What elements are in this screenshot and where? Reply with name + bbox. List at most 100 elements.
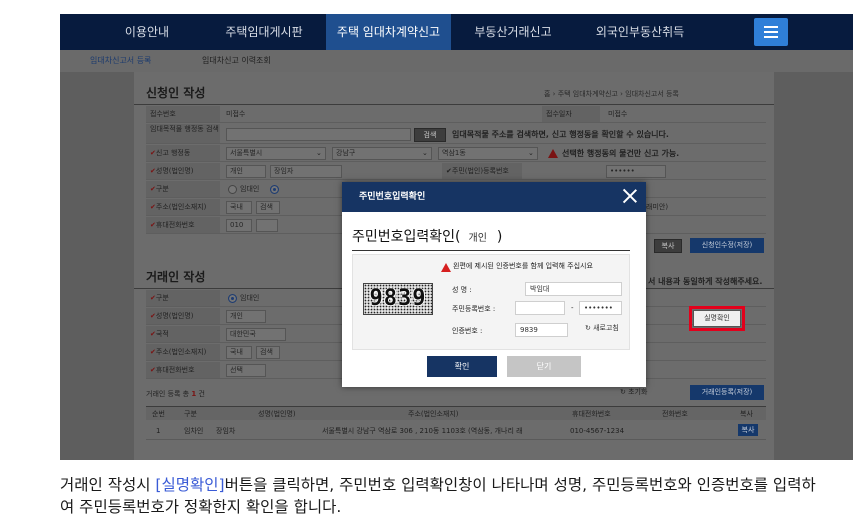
rrn-dash: -	[571, 304, 574, 312]
close-icon[interactable]	[620, 186, 640, 206]
td-type: 임차인	[184, 427, 204, 435]
row-search: 임대목적물 행정동 검색 검색 임대목적물 주소를 검색하면, 신고 행정동을 …	[146, 124, 766, 144]
office-gu-select[interactable]: 강남구	[332, 147, 432, 160]
cp-name-label: ✔성명(법인명)	[146, 308, 220, 324]
radio-cp-landlord-label: 임대인	[240, 294, 260, 302]
td-address: 서울특별시 강남구 역삼로 306 , 210동 1103호 (역삼동, 개나리…	[322, 427, 523, 435]
modal-name-label: 성 명 :	[452, 286, 472, 294]
chevron-down-icon: ⌄	[528, 149, 534, 157]
hamburger-menu-icon[interactable]	[754, 18, 788, 46]
nav-item-board[interactable]: 주택임대게시판	[202, 14, 326, 50]
warning-icon	[548, 149, 558, 158]
screenshot-area: 이용안내 주택임대게시판 주택 임대차계약신고 부동산거래신고 외국인부동산취득…	[60, 14, 853, 460]
receipt-no-label: 접수번호	[146, 106, 220, 122]
radio-landlord[interactable]	[228, 185, 237, 194]
subnav-history[interactable]: 임대차신고 이력조회	[202, 50, 271, 72]
address-label: ✔주소(법인소재지)	[146, 199, 220, 215]
td-name: 장임차	[216, 427, 236, 435]
phone-prefix-select[interactable]: 010	[226, 219, 252, 232]
receipt-date-value: 미접수	[608, 110, 628, 118]
address-search-button[interactable]: 검색	[256, 201, 280, 214]
th-mobile: 휴대전화번호	[572, 410, 611, 418]
modal-form-panel: 9839 왼편에 제시된 인증번호를 함께 입력해 주십시요 성 명 : 박임대…	[352, 254, 630, 350]
modal-name-input[interactable]: 박임대	[525, 282, 622, 296]
copy-button[interactable]: 복사	[654, 239, 682, 253]
refresh-icon: ↻	[620, 388, 626, 396]
name-type-select[interactable]: 개인	[226, 165, 266, 178]
caption-highlight: [실명확인]	[155, 476, 225, 494]
nav-item-foreigner[interactable]: 외국인부동산취득	[575, 14, 705, 50]
th-seq: 순번	[152, 410, 165, 418]
cp-nation-input[interactable]: 대한민국	[226, 328, 286, 341]
cp-count: 거래인 등록 총 1 건	[146, 390, 205, 398]
counterparty-section-title: 거래인 작성	[146, 270, 206, 284]
th-name: 성명(법인명)	[258, 410, 296, 418]
cp-address-search-button[interactable]: 검색	[256, 346, 280, 359]
modal-ok-button[interactable]: 확인	[427, 356, 497, 377]
nav-item-lease-report[interactable]: 주택 임대차계약신고	[326, 14, 451, 50]
captcha-image: 9839	[363, 283, 433, 315]
search-input[interactable]	[226, 128, 411, 141]
nav-item-realestate-report[interactable]: 부동산거래신고	[451, 14, 575, 50]
cp-type-label: ✔구분	[146, 290, 220, 306]
th-type: 구분	[184, 410, 197, 418]
cp-name-type-select[interactable]: 개인	[226, 310, 266, 323]
radio-tenant[interactable]	[270, 185, 279, 194]
highlight-box	[689, 306, 745, 331]
modal-heading: 주민번호입력확인(개인)	[352, 229, 503, 245]
td-mobile: 010-4567-1234	[570, 427, 625, 435]
cp-phone-label: ✔휴대전화번호	[146, 362, 220, 378]
search-note: 임대목적물 주소를 검색하면, 신고 행정동을 확인할 수 있습니다.	[452, 130, 669, 139]
nav-item-guide[interactable]: 이용안내	[92, 14, 202, 50]
cp-nation-label: ✔국적	[146, 326, 220, 342]
applicant-save-button[interactable]: 신청인수정(저장)	[690, 238, 764, 253]
office-city-select[interactable]: 서울특별시	[226, 147, 326, 160]
table-row: 1 임차인 장임차 서울특별시 강남구 역삼로 306 , 210동 1103호…	[146, 422, 766, 440]
receipt-no-value: 미접수	[226, 110, 246, 118]
phone-mid-input[interactable]	[256, 219, 278, 232]
phone-label: ✔휴대전화번호	[146, 217, 220, 233]
section-divider	[134, 104, 774, 105]
id-label: ✔주민(법인)등록번호	[442, 163, 522, 179]
row-office: ✔신고 행정동 서울특별시 ⌄ 강남구 ⌄ 역삼1동 ⌄ 선택한 행정동의 물건…	[146, 145, 766, 162]
modal-title: 주민번호입력확인	[359, 192, 426, 202]
cp-address-domestic-select[interactable]: 국내	[226, 346, 252, 359]
type-label: ✔구분	[146, 181, 220, 197]
modal-rrn-front-input[interactable]	[515, 301, 565, 315]
id-back-input[interactable]: ••••••	[606, 165, 666, 178]
search-label: 임대목적물 행정동 검색	[146, 124, 220, 143]
row-receipt: 접수번호 미접수 접수일자 미접수	[146, 106, 766, 123]
warning-icon	[441, 263, 451, 272]
modal-auth-input[interactable]: 9839	[515, 323, 568, 337]
caption-text: 거래인 작성시 [실명확인]버튼을 클릭하면, 주민번호 입력확인창이 나타나며…	[60, 474, 820, 518]
address-domestic-select[interactable]: 국내	[226, 201, 252, 214]
applicant-section-title: 신청인 작성	[146, 86, 206, 100]
name-input[interactable]: 장임자	[270, 165, 342, 178]
receipt-date-label: 접수일자	[542, 106, 600, 122]
counterparty-note: 서 내용과 동일하게 작성해주세요.	[648, 277, 763, 286]
subnav-register[interactable]: 임대차신고서 등록	[90, 50, 151, 72]
cp-address-label: ✔주소(법인소재지)	[146, 344, 220, 360]
rrn-confirm-modal: 주민번호입력확인 주민번호입력확인(개인) 9839 왼편에 제시된 인증번호를…	[342, 182, 646, 387]
caption-part1: 거래인 작성시	[60, 476, 156, 494]
search-button[interactable]: 검색	[414, 128, 446, 142]
cp-phone-prefix-select[interactable]: 선택	[226, 364, 266, 377]
modal-close-button[interactable]: 닫기	[507, 356, 581, 377]
row-copy-button[interactable]: 복사	[738, 424, 758, 436]
modal-header: 주민번호입력확인	[342, 182, 646, 212]
office-note: 선택한 행정동의 물건만 신고 가능.	[562, 149, 680, 158]
captcha-refresh-button[interactable]: ↻ 새로고침	[585, 323, 619, 333]
modal-warning: 왼편에 제시된 인증번호를 함께 입력해 주십시요	[453, 262, 593, 270]
refresh-icon: ↻	[585, 324, 591, 332]
sub-nav: 임대차신고서 등록 임대차신고 이력조회	[60, 50, 853, 72]
td-seq: 1	[156, 427, 161, 435]
radio-cp-landlord[interactable]	[228, 294, 237, 303]
cp-register-button[interactable]: 거래인등록(저장)	[690, 385, 764, 400]
office-dong-select[interactable]: 역삼1동	[438, 147, 538, 160]
modal-rrn-back-input[interactable]: •••••••	[579, 301, 622, 315]
radio-landlord-label: 임대인	[240, 185, 260, 193]
th-phone: 전화번호	[662, 410, 688, 418]
name-label: ✔성명(법인명)	[146, 163, 220, 179]
th-copy: 복사	[740, 410, 753, 418]
top-nav: 이용안내 주택임대게시판 주택 임대차계약신고 부동산거래신고 외국인부동산취득	[60, 14, 853, 50]
